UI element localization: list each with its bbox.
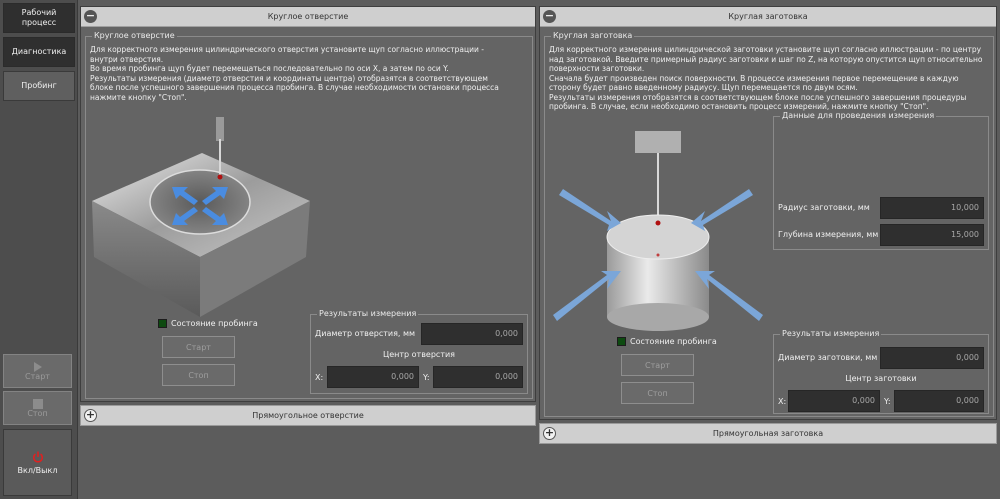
rect-blank-panel-header[interactable]: + Прямоугольная заготовка: [539, 423, 997, 444]
hole-x-field: 0,000: [327, 366, 419, 388]
blank-x-label: X:: [778, 397, 787, 406]
radius-label: Радиус заготовки, мм: [778, 203, 870, 212]
hole-y-field: 0,000: [433, 366, 523, 388]
description-line: Результаты измерения (диаметр отверстия …: [90, 73, 499, 102]
depth-input[interactable]: 15,000: [880, 224, 984, 246]
play-icon: [33, 361, 42, 372]
probe-state-label: Состояние пробинга: [171, 319, 258, 328]
round-hole-illustration: [92, 117, 310, 317]
sidebar-start-label: Старт: [25, 371, 50, 381]
results-title: Результаты измерения: [317, 309, 419, 319]
probe-state-indicator: Состояние пробинга: [158, 319, 258, 328]
rect-hole-panel-header[interactable]: + Прямоугольное отверстие: [80, 405, 536, 426]
probe-state-label: Состояние пробинга: [630, 337, 717, 346]
depth-label: Глубина измерения, мм: [778, 230, 879, 239]
blank-center-label: Центр заготовки: [845, 374, 917, 383]
sidebar-start-button[interactable]: Старт: [3, 354, 72, 388]
measurement-input-group: Данные для проведения измерения Радиус з…: [773, 111, 989, 250]
power-icon: [32, 451, 43, 462]
round-hole-group: Круглое отверстие Для корректного измере…: [85, 31, 533, 399]
probe-state-led: [158, 319, 167, 328]
collapse-icon[interactable]: −: [84, 10, 97, 23]
round-hole-panel: − Круглое отверстие Круглое отверстие Дл…: [80, 6, 536, 402]
expand-icon[interactable]: +: [543, 427, 556, 440]
stop-button[interactable]: Стоп: [621, 382, 694, 404]
rect-blank-panel-title: Прямоугольная заготовка: [712, 429, 824, 438]
hole-y-label: Y:: [423, 373, 430, 382]
round-hole-description: Для корректного измерения цилиндрическог…: [90, 45, 510, 102]
sidebar-item-diagnostics[interactable]: Диагностика: [3, 37, 75, 67]
round-blank-results-group: Результаты измерения Диаметр заготовки, …: [773, 329, 989, 414]
probe-state-indicator: Состояние пробинга: [617, 337, 717, 346]
blank-y-field: 0,000: [894, 390, 984, 412]
input-title: Данные для проведения измерения: [780, 111, 937, 121]
probe-state-led: [617, 337, 626, 346]
power-label: Вкл/Выкл: [17, 465, 58, 475]
expand-icon[interactable]: +: [84, 409, 97, 422]
sidebar-item-workflow[interactable]: Рабочий процесс: [3, 3, 75, 33]
hole-diameter-label: Диаметр отверстия, мм: [315, 329, 416, 338]
results-title: Результаты измерения: [780, 329, 882, 339]
power-button[interactable]: Вкл/Выкл: [3, 429, 72, 496]
start-button[interactable]: Старт: [621, 354, 694, 376]
sidebar-stop-button[interactable]: Стоп: [3, 391, 72, 425]
blank-x-field: 0,000: [788, 390, 880, 412]
sidebar: Рабочий процесс Диагностика Пробинг Стар…: [0, 0, 78, 499]
round-blank-group: Круглая заготовка Для корректного измере…: [544, 31, 994, 417]
hole-center-label: Центр отверстия: [383, 350, 455, 359]
description-line: Во время пробинга щуп будет перемещаться…: [90, 64, 449, 73]
round-blank-panel: − Круглая заготовка Круглая заготовка Дл…: [539, 6, 997, 420]
description-line: Сначала будет произведен поиск поверхнос…: [549, 73, 959, 93]
hole-diameter-field: 0,000: [421, 323, 523, 345]
round-blank-group-title: Круглая заготовка: [551, 31, 635, 41]
hole-x-label: X:: [315, 373, 324, 382]
collapse-icon[interactable]: −: [543, 10, 556, 23]
blank-diameter-label: Диаметр заготовки, мм: [778, 353, 878, 362]
radius-input[interactable]: 10,000: [880, 197, 984, 219]
sidebar-item-probing[interactable]: Пробинг: [3, 71, 75, 101]
round-hole-results-group: Результаты измерения Диаметр отверстия, …: [310, 309, 528, 394]
rect-hole-panel-title: Прямоугольное отверстие: [252, 411, 364, 420]
stop-button[interactable]: Стоп: [162, 364, 235, 386]
round-hole-panel-title: Круглое отверстие: [267, 12, 349, 21]
round-hole-panel-header[interactable]: − Круглое отверстие: [81, 7, 535, 27]
round-blank-description: Для корректного измерения цилиндрической…: [549, 45, 989, 112]
stop-icon: [32, 398, 43, 409]
description-line: Для корректного измерения цилиндрической…: [549, 45, 983, 73]
start-button[interactable]: Старт: [162, 336, 235, 358]
sidebar-stop-label: Стоп: [27, 408, 48, 418]
round-hole-group-title: Круглое отверстие: [92, 31, 177, 41]
description-line: Результаты измерения отобразятся в соотв…: [549, 92, 967, 112]
round-blank-panel-title: Круглая заготовка: [728, 12, 808, 21]
blank-diameter-field: 0,000: [880, 347, 984, 369]
blank-y-label: Y:: [884, 397, 891, 406]
round-blank-panel-header[interactable]: − Круглая заготовка: [540, 7, 996, 27]
description-line: Для корректного измерения цилиндрическог…: [90, 45, 484, 64]
round-blank-illustration: [553, 131, 763, 331]
